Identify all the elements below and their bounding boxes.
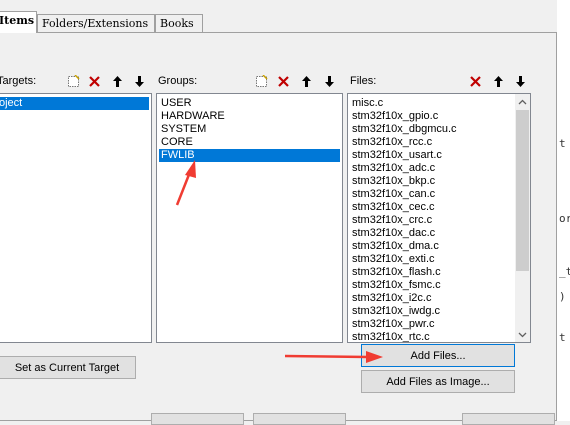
list-item[interactable]: stm32f10x_exti.c — [350, 253, 437, 266]
list-item[interactable]: stm32f10x_adc.c — [350, 162, 437, 175]
groups-label: Groups: — [158, 75, 198, 87]
background-editor-edge: t or _t ) t — [557, 0, 570, 421]
scroll-thumb[interactable] — [516, 110, 529, 271]
scroll-up-arrow[interactable] — [515, 94, 530, 109]
move-up-icon — [113, 75, 122, 87]
files-header: Files: — [347, 71, 531, 91]
move-down-group-button[interactable] — [320, 72, 339, 90]
new-item-icon — [256, 74, 268, 87]
add-files-as-image-button[interactable]: Add Files as Image... — [361, 370, 515, 393]
delete-file-button[interactable] — [466, 72, 485, 90]
code-fragment: or — [559, 212, 570, 225]
delete-icon — [278, 75, 289, 87]
move-up-icon — [302, 75, 311, 87]
tab-folders-extensions[interactable]: Folders/Extensions — [37, 14, 155, 32]
files-list[interactable]: misc.c stm32f10x_gpio.c stm32f10x_dbgmcu.c… — [347, 93, 531, 343]
list-item[interactable]: stm32f10x_dac.c — [350, 227, 437, 240]
dialog-footer-button[interactable] — [462, 413, 555, 425]
set-current-target-button[interactable]: Set as Current Target — [0, 356, 136, 379]
move-up-file-button[interactable] — [489, 72, 508, 90]
new-group-button[interactable] — [252, 72, 271, 90]
code-fragment: t — [559, 137, 566, 150]
list-item[interactable]: stm32f10x_pwr.c — [350, 318, 437, 331]
targets-list[interactable]: oject — [0, 93, 152, 343]
list-item[interactable]: stm32f10x_crc.c — [350, 214, 434, 227]
files-scrollbar[interactable] — [515, 94, 530, 342]
delete-icon — [89, 75, 100, 87]
dialog-footer-button[interactable] — [253, 413, 346, 425]
tab-books[interactable]: Books — [155, 14, 203, 32]
list-item[interactable]: stm32f10x_dbgmcu.c — [350, 123, 459, 136]
groups-header: Groups: — [156, 71, 343, 91]
code-fragment: ) — [559, 290, 566, 303]
groups-list[interactable]: USER HARDWARE SYSTEM CORE FWLIB — [156, 93, 343, 343]
list-item[interactable]: stm32f10x_fsmc.c — [350, 279, 443, 292]
targets-header: Targets: — [0, 71, 152, 91]
code-fragment: _t — [559, 265, 570, 278]
scroll-down-arrow[interactable] — [515, 327, 530, 342]
new-target-button[interactable] — [64, 72, 83, 90]
list-item[interactable]: stm32f10x_flash.c — [350, 266, 443, 279]
list-item[interactable]: CORE — [159, 136, 195, 149]
move-up-group-button[interactable] — [297, 72, 316, 90]
list-item[interactable]: stm32f10x_cec.c — [350, 201, 437, 214]
list-item[interactable]: SYSTEM — [159, 123, 208, 136]
new-item-icon — [68, 74, 80, 87]
move-down-icon — [325, 75, 334, 87]
code-fragment: t — [559, 331, 566, 344]
move-up-target-button[interactable] — [108, 72, 127, 90]
dialog-footer-button[interactable] — [151, 413, 244, 425]
list-item[interactable]: stm32f10x_gpio.c — [350, 110, 440, 123]
list-item[interactable]: HARDWARE — [159, 110, 227, 123]
move-down-file-button[interactable] — [511, 72, 530, 90]
list-item[interactable]: stm32f10x_iwdg.c — [350, 305, 442, 318]
list-item[interactable]: stm32f10x_dma.c — [350, 240, 441, 253]
files-label: Files: — [350, 75, 377, 87]
list-item[interactable]: oject — [0, 97, 149, 110]
list-item[interactable]: stm32f10x_can.c — [350, 188, 437, 201]
list-item-selected[interactable]: FWLIB — [159, 149, 340, 162]
targets-label: Targets: — [0, 75, 37, 87]
add-files-button[interactable]: Add Files... — [361, 344, 515, 367]
delete-target-button[interactable] — [85, 72, 104, 90]
delete-icon — [470, 75, 481, 87]
tab-items[interactable]: Items — [0, 11, 37, 33]
chevron-down-icon — [518, 332, 527, 337]
move-down-icon — [516, 75, 525, 87]
list-item[interactable]: USER — [159, 97, 194, 110]
list-item[interactable]: misc.c — [350, 97, 385, 110]
move-up-icon — [494, 75, 503, 87]
list-item[interactable]: stm32f10x_rtc.c — [350, 331, 432, 342]
list-item[interactable]: stm32f10x_bkp.c — [350, 175, 437, 188]
delete-group-button[interactable] — [274, 72, 293, 90]
list-item[interactable]: stm32f10x_rcc.c — [350, 136, 434, 149]
move-down-target-button[interactable] — [130, 72, 149, 90]
list-item[interactable]: stm32f10x_usart.c — [350, 149, 444, 162]
chevron-up-icon — [518, 99, 527, 104]
move-down-icon — [135, 75, 144, 87]
list-item[interactable]: stm32f10x_i2c.c — [350, 292, 433, 305]
